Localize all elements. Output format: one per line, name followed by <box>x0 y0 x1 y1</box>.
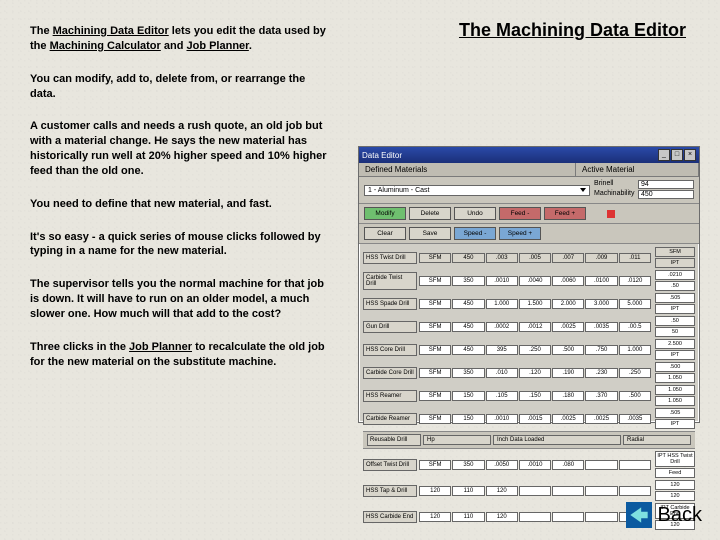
window-title: Data Editor <box>362 151 402 160</box>
undo-button[interactable]: Undo <box>454 207 496 220</box>
paragraph-3: A customer calls and needs a rush quote,… <box>30 119 330 178</box>
save-button[interactable]: Save <box>409 227 451 240</box>
material-info: Brinell94 Machinability450 <box>594 180 694 200</box>
data-grid: HSS Twist Drill SFM 450 .003 .005 .007 .… <box>359 244 699 534</box>
back-label: Back <box>658 504 702 527</box>
button-row-1: Modify Delete Undo Feed - Feed + <box>359 204 699 224</box>
speed-minus-button[interactable]: Speed - <box>454 227 496 240</box>
button-row-2: Clear Save Speed - Speed + <box>359 224 699 244</box>
window-controls[interactable]: _□× <box>657 149 696 161</box>
window-titlebar: Data Editor _□× <box>359 147 699 163</box>
speed-plus-button[interactable]: Speed + <box>499 227 541 240</box>
header-defined-materials: Defined Materials <box>359 163 576 176</box>
modify-button[interactable]: Modify <box>364 207 406 220</box>
header-active-material: Active Material <box>576 163 699 176</box>
minimize-icon: _ <box>658 149 670 161</box>
indicator-icon <box>607 210 615 218</box>
paragraph-6: The supervisor tells you the normal mach… <box>30 277 330 322</box>
body-text: The Machining Data Editor lets you edit … <box>30 24 330 388</box>
feed-minus-button[interactable]: Feed - <box>499 207 541 220</box>
paragraph-7: Three clicks in the Job Planner to recal… <box>30 340 330 370</box>
maximize-icon: □ <box>671 149 683 161</box>
paragraph-2: You can modify, add to, delete from, or … <box>30 72 330 102</box>
clear-button[interactable]: Clear <box>364 227 406 240</box>
delete-button[interactable]: Delete <box>409 207 451 220</box>
paragraph-4: You need to define that new material, an… <box>30 197 330 212</box>
close-icon: × <box>684 149 696 161</box>
chevron-down-icon <box>580 188 586 192</box>
back-arrow-icon <box>626 502 652 528</box>
data-editor-window: Data Editor _□× Defined Materials Active… <box>358 146 700 423</box>
back-button[interactable]: Back <box>626 502 702 528</box>
page-title: The Machining Data Editor <box>459 20 686 41</box>
paragraph-5: It's so easy - a quick series of mouse c… <box>30 230 330 260</box>
material-select[interactable]: 1 - Aluminum - Cast <box>364 185 590 196</box>
paragraph-1: The Machining Data Editor lets you edit … <box>30 24 330 54</box>
feed-plus-button[interactable]: Feed + <box>544 207 586 220</box>
panel-headers: Defined Materials Active Material <box>359 163 699 177</box>
